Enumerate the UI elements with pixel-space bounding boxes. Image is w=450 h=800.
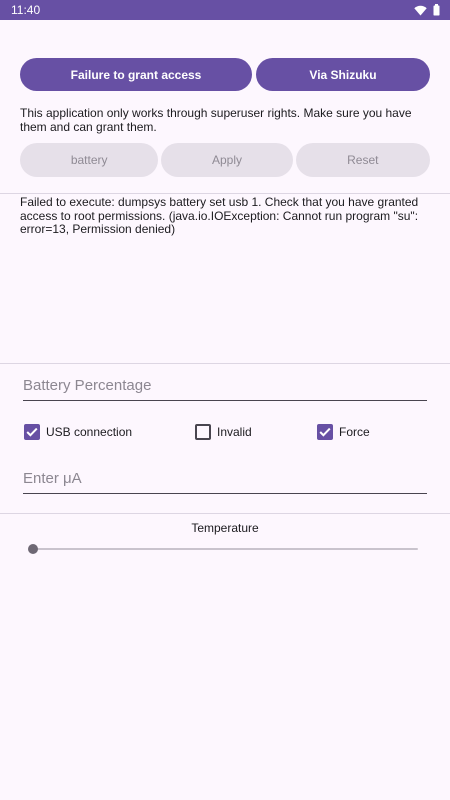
checkbox-checked-icon: [24, 424, 40, 440]
grant-access-button[interactable]: Failure to grant access: [20, 58, 252, 91]
battery-percentage-field[interactable]: [23, 371, 427, 401]
temperature-slider[interactable]: [28, 542, 418, 556]
status-bar: 11:40: [0, 0, 450, 20]
checkbox-checked-icon: [317, 424, 333, 440]
battery-button[interactable]: battery: [20, 143, 159, 177]
usb-connection-label: USB connection: [46, 425, 133, 439]
access-button-row: Failure to grant access Via Shizuku: [20, 58, 430, 91]
divider: [0, 363, 450, 364]
battery-icon: [433, 4, 440, 16]
superuser-info-text: This application only works through supe…: [20, 106, 412, 134]
action-button-row: battery Apply Reset: [20, 143, 430, 177]
via-shizuku-button[interactable]: Via Shizuku: [256, 58, 430, 91]
current-input[interactable]: [23, 464, 427, 493]
force-label: Force: [339, 425, 370, 439]
divider: [0, 513, 450, 514]
battery-percentage-input[interactable]: [23, 371, 427, 400]
usb-connection-checkbox[interactable]: USB connection: [24, 424, 132, 440]
current-field[interactable]: [23, 464, 427, 494]
status-icons: [414, 4, 440, 16]
reset-button[interactable]: Reset: [295, 143, 430, 177]
wifi-icon: [414, 5, 427, 15]
temperature-label: Temperature: [191, 521, 259, 535]
slider-thumb[interactable]: [28, 544, 38, 554]
slider-track: [33, 548, 418, 550]
force-checkbox[interactable]: Force: [317, 424, 370, 440]
invalid-label: Invalid: [217, 425, 252, 439]
invalid-checkbox[interactable]: Invalid: [195, 424, 252, 440]
divider: [0, 193, 450, 194]
options-checkbox-row: USB connection Invalid Force: [24, 424, 434, 444]
apply-button[interactable]: Apply: [161, 143, 293, 177]
status-time: 11:40: [11, 3, 41, 17]
checkbox-unchecked-icon: [195, 424, 211, 440]
error-output-text: Failed to execute: dumpsys battery set u…: [20, 195, 419, 236]
